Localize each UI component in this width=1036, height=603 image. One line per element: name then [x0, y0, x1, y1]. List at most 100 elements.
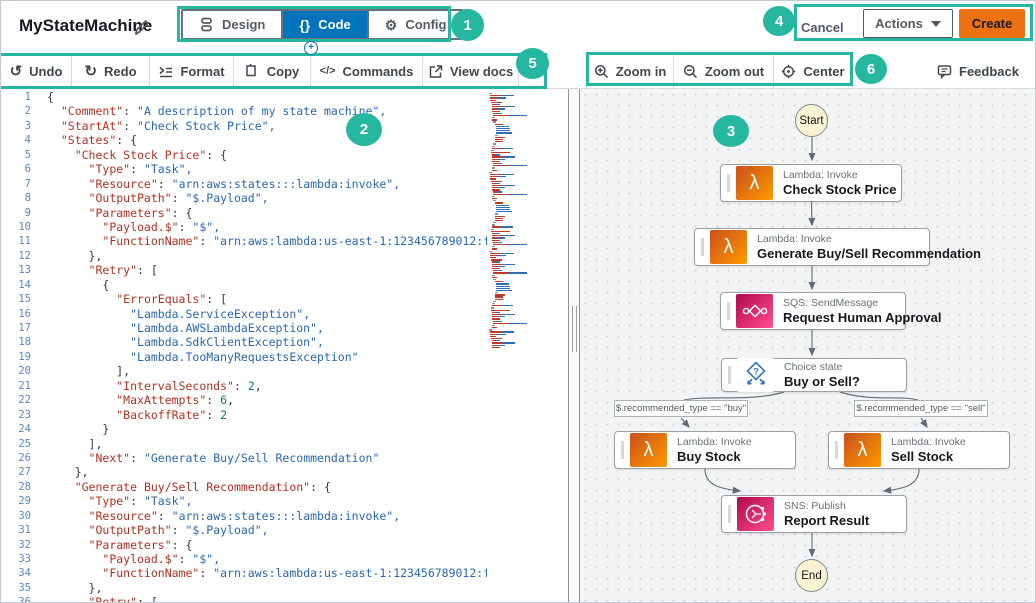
undo-icon: ↺: [10, 64, 23, 79]
code-icon: {}: [299, 18, 310, 32]
plus-pin-icon: +: [304, 41, 318, 55]
commands-icon: </>: [320, 65, 336, 77]
annotation-badge-1: 1: [451, 9, 484, 41]
drag-handle-icon: [727, 174, 730, 192]
state-name-label: Buy Stock: [677, 449, 752, 464]
actions-dropdown-button[interactable]: Actions: [863, 9, 953, 38]
lambda-icon: λ: [710, 230, 747, 264]
create-button[interactable]: Create: [959, 9, 1025, 38]
state-type-label: Lambda: Invoke: [891, 436, 966, 449]
zoom-in-icon: [594, 64, 609, 79]
state-name-label: Request Human Approval: [783, 310, 905, 325]
tab-code[interactable]: {} Code: [281, 11, 366, 38]
state-type-label: Choice state: [784, 361, 860, 374]
end-node[interactable]: End: [795, 559, 828, 592]
state-type-label: Lambda: Invoke: [783, 169, 896, 182]
cancel-button[interactable]: Cancel: [801, 20, 844, 35]
annotation-badge-5: 5: [516, 48, 549, 79]
zoom-out-button[interactable]: Zoom out: [674, 54, 774, 88]
lambda-icon: λ: [736, 166, 773, 200]
svg-text:?: ?: [753, 367, 759, 377]
zoom-out-icon: [683, 64, 698, 79]
zoom-out-label: Zoom out: [705, 64, 764, 79]
drag-handle-icon: [835, 441, 838, 459]
state-type-label: Lambda: Invoke: [757, 233, 929, 246]
state-type-label: SNS: Publish: [784, 500, 869, 513]
workflow-studio-window: MyStateMachine Design {} Code ⚙ Config: [0, 0, 1036, 603]
start-node[interactable]: Start: [795, 104, 828, 137]
feedback-button[interactable]: Feedback: [929, 54, 1027, 89]
edge-condition-sell: $.recommended_type == "sell": [854, 400, 988, 417]
drag-handle-icon: [727, 302, 730, 320]
lambda-icon: λ: [844, 433, 881, 467]
copy-label: Copy: [267, 64, 300, 79]
choice-icon: ?: [737, 358, 774, 392]
state-node-sell-stock[interactable]: λ Lambda: Invoke Sell Stock: [828, 431, 1010, 469]
state-node-report-result[interactable]: SNS: Publish Report Result: [721, 495, 907, 533]
annotation-badge-3: 3: [713, 115, 749, 147]
state-type-label: SQS: SendMessage: [783, 297, 905, 310]
drag-handle-icon: [701, 238, 704, 256]
copy-button[interactable]: Copy: [234, 54, 311, 88]
design-icon: [199, 17, 214, 32]
zoom-in-button[interactable]: Zoom in: [586, 54, 674, 88]
redo-icon: ↻: [84, 64, 97, 79]
format-icon: [158, 64, 173, 79]
undo-label: Undo: [29, 64, 62, 79]
minimap[interactable]: [489, 93, 567, 393]
tab-code-label: Code: [318, 17, 351, 32]
code-lines: 1{2 "Comment": "A description of my stat…: [1, 90, 487, 603]
external-link-icon: [428, 64, 443, 79]
tab-design-label: Design: [222, 17, 265, 32]
sns-icon: [737, 497, 774, 531]
view-docs-button[interactable]: View docs: [423, 54, 519, 88]
annotation-badge-4: 4: [763, 6, 795, 36]
tab-config-label: Config: [405, 17, 446, 32]
sqs-icon: [736, 294, 773, 328]
state-name-label: Report Result: [784, 513, 869, 528]
state-name-label: Buy or Sell?: [784, 374, 860, 389]
annotation-badge-6: 6: [855, 54, 887, 84]
zoom-in-label: Zoom in: [616, 64, 667, 79]
edge-condition-buy: $.recommended_type == "buy": [614, 400, 748, 417]
state-node-generate-recommendation[interactable]: λ Lambda: Invoke Generate Buy/Sell Recom…: [694, 228, 930, 266]
state-node-buy-stock[interactable]: λ Lambda: Invoke Buy Stock: [614, 431, 796, 469]
mode-tab-group: Design {} Code ⚙ Config: [181, 9, 464, 40]
config-gear-icon: ⚙: [385, 18, 398, 32]
copy-icon: [245, 64, 260, 79]
workflow-canvas[interactable]: Start λ Lambda: Invoke Check Stock Price…: [579, 89, 1036, 603]
feedback-label: Feedback: [959, 64, 1019, 79]
center-label: Center: [803, 64, 844, 79]
state-name-label: Sell Stock: [891, 449, 966, 464]
drag-handle-icon: [621, 441, 624, 459]
splitter-handle-icon: [572, 306, 577, 352]
code-editor[interactable]: 1{2 "Comment": "A description of my stat…: [1, 89, 569, 603]
drag-handle-icon: [728, 366, 731, 384]
annotation-badge-2: 2: [346, 113, 382, 146]
panel-splitter[interactable]: [570, 89, 579, 603]
state-node-check-stock-price[interactable]: λ Lambda: Invoke Check Stock Price: [720, 164, 902, 202]
chevron-down-icon: [931, 21, 941, 27]
commands-label: Commands: [343, 64, 414, 79]
drag-handle-icon: [728, 505, 731, 523]
redo-label: Redo: [104, 64, 137, 79]
undo-button[interactable]: ↺ Undo: [1, 54, 72, 88]
state-type-label: Lambda: Invoke: [677, 436, 752, 449]
state-node-buy-or-sell[interactable]: ? Choice state Buy or Sell?: [721, 358, 907, 392]
view-docs-label: View docs: [450, 64, 513, 79]
commands-button[interactable]: </> Commands: [311, 54, 423, 88]
tab-design[interactable]: Design: [183, 11, 281, 38]
lambda-icon: λ: [630, 433, 667, 467]
edit-title-pencil-icon[interactable]: [133, 18, 151, 36]
center-button[interactable]: Center: [774, 54, 853, 88]
state-node-request-human-approval[interactable]: SQS: SendMessage Request Human Approval: [720, 292, 906, 330]
format-button[interactable]: Format: [150, 54, 234, 88]
actions-label: Actions: [875, 16, 923, 31]
redo-button[interactable]: ↻ Redo: [72, 54, 150, 88]
header-bar: MyStateMachine Design {} Code ⚙ Config: [1, 1, 1036, 54]
feedback-bubble-icon: [937, 64, 952, 79]
state-name-label: Check Stock Price: [783, 182, 896, 197]
editor-toolbar: ↺ Undo ↻ Redo Format Copy </> Commands: [1, 54, 579, 89]
tab-config[interactable]: ⚙ Config: [367, 11, 463, 38]
state-name-label: Generate Buy/Sell Recommendation: [757, 246, 929, 261]
